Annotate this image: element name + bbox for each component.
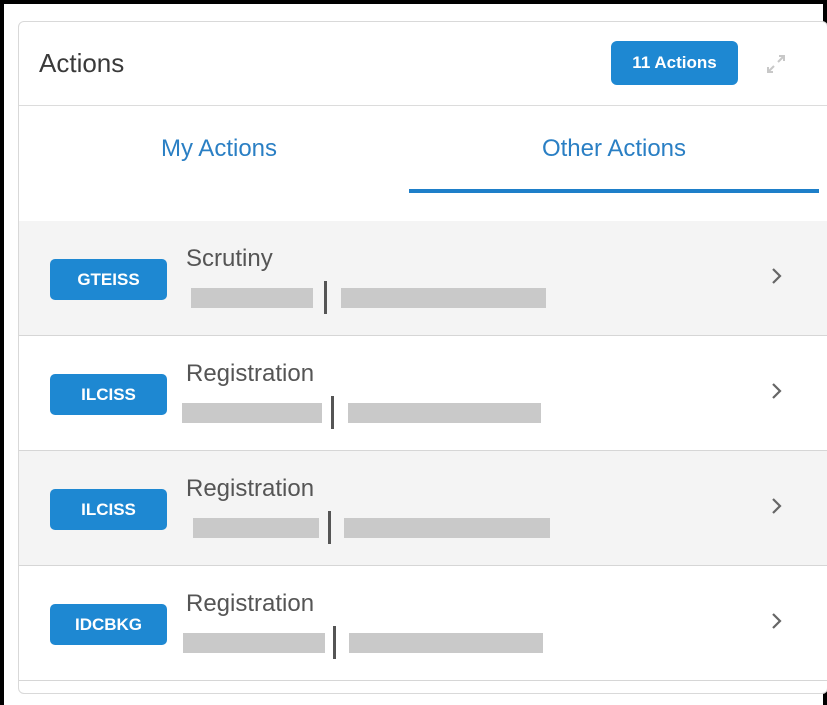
list-item[interactable]: ILCISS Registration [19,336,827,451]
active-tab-indicator [409,189,819,193]
item-tag: ILCISS [50,489,167,530]
list-item[interactable]: GTEISS Scrutiny [19,221,827,336]
tab-my-actions[interactable]: My Actions [19,106,419,192]
item-separator [328,511,331,544]
item-title: Scrutiny [186,245,273,272]
action-tabs: My Actions Other Actions [19,106,827,221]
chevron-right-icon [769,610,785,632]
redacted-field [349,633,543,653]
item-tag: ILCISS [50,374,167,415]
item-title: Registration [186,590,315,617]
panel-title: Actions [39,48,125,78]
list-item[interactable]: ILCISS Registration [19,451,827,566]
item-tag: GTEISS [50,259,167,300]
actions-panel: Actions 11 Actions My Actions Other Acti… [18,21,827,694]
item-separator [333,626,336,659]
expand-icon[interactable] [764,52,788,76]
redacted-field [341,288,546,308]
item-tag: IDCBKG [50,604,167,645]
redacted-field [182,403,322,423]
item-separator [331,396,334,429]
item-separator [324,281,327,314]
chevron-right-icon [769,495,785,517]
actions-count-badge: 11 Actions [611,41,738,85]
panel-header: Actions 11 Actions [19,22,827,106]
redacted-field [183,633,325,653]
actions-list: GTEISS Scrutiny ILCISS Registration ILCI… [19,221,827,681]
redacted-field [344,518,550,538]
redacted-field [193,518,319,538]
chevron-right-icon [769,265,785,287]
item-title: Registration [186,475,315,502]
redacted-field [348,403,541,423]
item-title: Registration [186,360,315,387]
chevron-right-icon [769,380,785,402]
list-item[interactable]: IDCBKG Registration [19,566,827,681]
redacted-field [191,288,313,308]
tab-other-actions[interactable]: Other Actions [409,106,819,192]
